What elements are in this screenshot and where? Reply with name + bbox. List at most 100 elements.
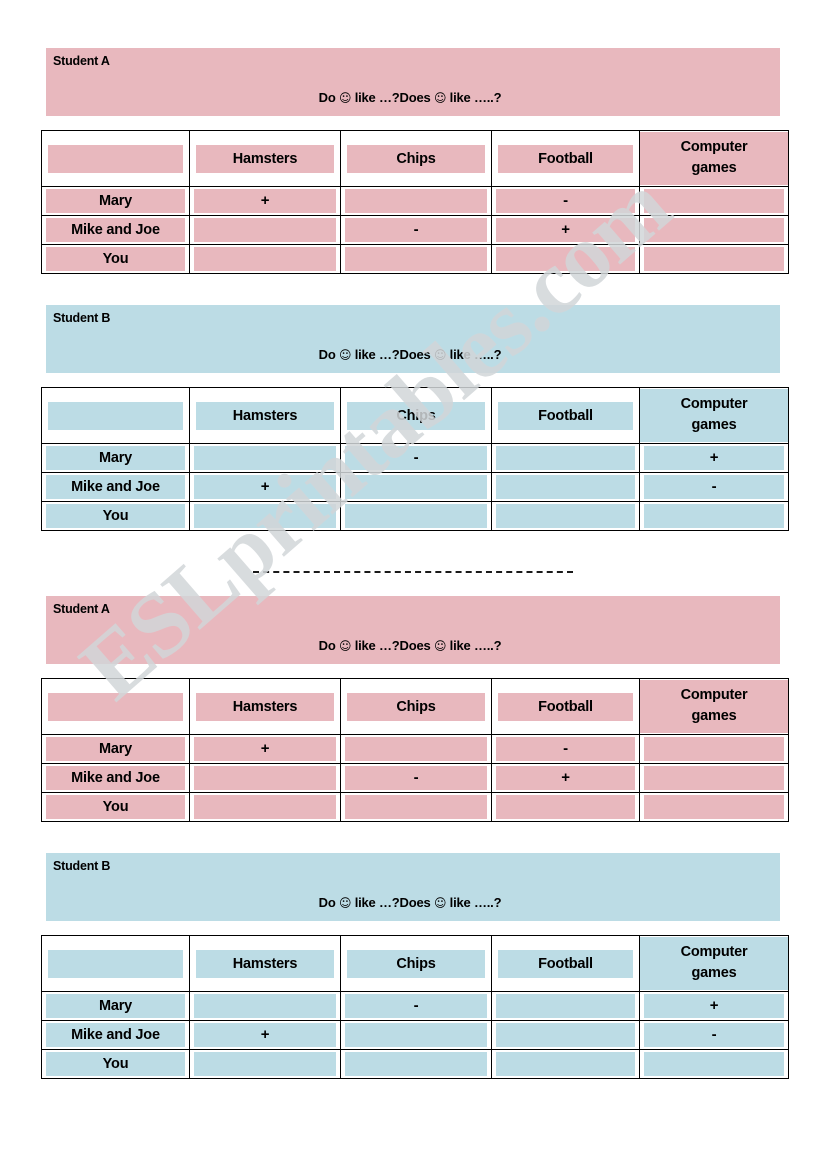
banner-question: Do ☺ like …?Does ☺ like …..? [46, 895, 774, 910]
answer-cell-chips[interactable] [340, 186, 492, 216]
answer-cell-chips[interactable] [340, 734, 492, 764]
answer-cell-computer-games[interactable] [639, 734, 789, 764]
answer-cell-football[interactable] [491, 244, 640, 274]
computer-games-line2: games [691, 417, 737, 433]
row-name-label: You [46, 1052, 185, 1076]
answer-cell-hamsters[interactable] [189, 991, 341, 1021]
answer-mark [644, 737, 784, 761]
answer-cell-chips[interactable] [340, 472, 492, 502]
answer-cell-football[interactable]: - [491, 186, 640, 216]
answer-mark: - [345, 446, 487, 470]
table-row: You [41, 792, 789, 822]
answer-cell-computer-games[interactable] [639, 244, 789, 274]
table-row: Mike and Joe - + [41, 763, 789, 793]
answer-mark: + [194, 189, 336, 213]
answer-mark [644, 218, 784, 242]
header-cell-blank [41, 387, 190, 444]
table-header-row: Hamsters Chips Football Computer games [41, 387, 789, 444]
answer-mark [194, 247, 336, 271]
table-row: Mary + - [41, 734, 789, 764]
header-cell-blank [41, 935, 190, 992]
answer-mark: + [194, 737, 336, 761]
row-name-label: Mike and Joe [46, 766, 185, 790]
answer-cell-chips[interactable] [340, 792, 492, 822]
worksheet-page: Student A Do ☺ like …?Does ☺ like …..? H… [0, 0, 826, 1169]
question-before: Do [318, 895, 339, 910]
answer-cell-football[interactable] [491, 501, 640, 531]
answer-cell-football[interactable] [491, 1049, 640, 1079]
answer-mark: - [644, 475, 784, 499]
table-row: Mary - + [41, 991, 789, 1021]
header-label-football: Football [498, 401, 633, 430]
answer-mark [644, 766, 784, 790]
smiley-face-icon: ☺ [433, 348, 447, 362]
answer-mark: + [194, 475, 336, 499]
answer-cell-computer-games[interactable] [639, 792, 789, 822]
answer-cell-football[interactable] [491, 443, 640, 473]
answer-cell-hamsters[interactable] [189, 244, 341, 274]
answer-cell-chips[interactable] [340, 501, 492, 531]
answer-cell-chips[interactable]: - [340, 991, 492, 1021]
row-name-label: You [46, 795, 185, 819]
survey-table-3: Hamsters Chips Football Computer games Ma… [41, 678, 789, 822]
row-name-label: Mike and Joe [46, 1023, 185, 1047]
answer-cell-hamsters[interactable]: + [189, 734, 341, 764]
answer-mark [194, 446, 336, 470]
answer-mark [345, 504, 487, 528]
answer-cell-football[interactable]: - [491, 734, 640, 764]
row-name-cell: Mike and Joe [41, 1020, 190, 1050]
smiley-face-icon: ☺ [338, 91, 352, 105]
answer-mark [194, 218, 336, 242]
answer-cell-hamsters[interactable] [189, 1049, 341, 1079]
banner-question: Do ☺ like …?Does ☺ like …..? [46, 638, 774, 653]
answer-cell-computer-games[interactable]: - [639, 472, 789, 502]
answer-cell-chips[interactable]: - [340, 443, 492, 473]
header-cell-chips: Chips [340, 935, 492, 992]
answer-cell-chips[interactable] [340, 1049, 492, 1079]
answer-cell-football[interactable] [491, 472, 640, 502]
answer-cell-computer-games[interactable]: + [639, 991, 789, 1021]
answer-cell-football[interactable] [491, 991, 640, 1021]
answer-cell-computer-games[interactable]: - [639, 1020, 789, 1050]
answer-cell-chips[interactable] [340, 244, 492, 274]
question-after: like …..? [446, 895, 502, 910]
worksheet-block-3: Student A Do ☺ like …?Does ☺ like …..? H… [0, 596, 826, 822]
answer-cell-computer-games[interactable]: + [639, 443, 789, 473]
header-cell-computer-games: Computer games [639, 935, 789, 992]
answer-cell-football[interactable]: + [491, 215, 640, 245]
answer-cell-hamsters[interactable] [189, 792, 341, 822]
answer-cell-hamsters[interactable] [189, 215, 341, 245]
answer-cell-football[interactable] [491, 1020, 640, 1050]
answer-mark [644, 247, 784, 271]
header-label-computer-games: Computer games [640, 132, 788, 185]
question-after: like …..? [446, 638, 502, 653]
worksheet-block-2: Student B Do ☺ like …?Does ☺ like …..? H… [0, 305, 826, 531]
answer-mark [194, 1052, 336, 1076]
banner-student-a-2: Student A Do ☺ like …?Does ☺ like …..? [46, 596, 780, 664]
answer-cell-computer-games[interactable] [639, 215, 789, 245]
table-row: Mary + - [41, 186, 789, 216]
answer-cell-computer-games[interactable] [639, 186, 789, 216]
answer-cell-football[interactable] [491, 792, 640, 822]
answer-cell-hamsters[interactable] [189, 501, 341, 531]
answer-mark [496, 1023, 635, 1047]
answer-cell-chips[interactable] [340, 1020, 492, 1050]
banner-student-b-1: Student B Do ☺ like …?Does ☺ like …..? [46, 305, 780, 373]
answer-cell-computer-games[interactable] [639, 763, 789, 793]
answer-cell-chips[interactable]: - [340, 215, 492, 245]
answer-mark: + [194, 1023, 336, 1047]
answer-cell-computer-games[interactable] [639, 1049, 789, 1079]
row-name-cell: Mike and Joe [41, 472, 190, 502]
answer-cell-hamsters[interactable] [189, 443, 341, 473]
question-middle: like …?Does [351, 90, 434, 105]
table-row: Mike and Joe + - [41, 472, 789, 502]
answer-cell-computer-games[interactable] [639, 501, 789, 531]
answer-cell-hamsters[interactable]: + [189, 472, 341, 502]
answer-cell-hamsters[interactable] [189, 763, 341, 793]
header-label-football: Football [498, 692, 633, 721]
answer-cell-hamsters[interactable]: + [189, 1020, 341, 1050]
banner-student-a-1: Student A Do ☺ like …?Does ☺ like …..? [46, 48, 780, 116]
answer-cell-chips[interactable]: - [340, 763, 492, 793]
answer-cell-hamsters[interactable]: + [189, 186, 341, 216]
answer-cell-football[interactable]: + [491, 763, 640, 793]
